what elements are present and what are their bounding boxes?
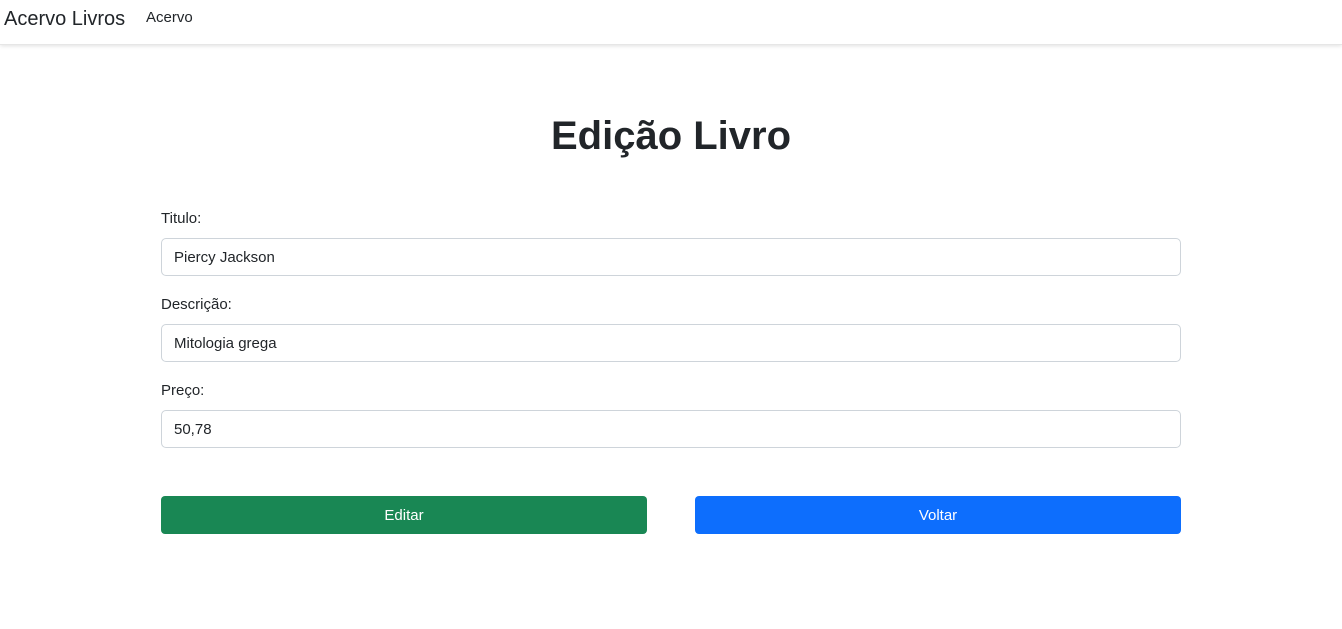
navbar-brand[interactable]: Acervo Livros xyxy=(4,7,125,31)
descricao-input[interactable] xyxy=(161,324,1181,362)
titulo-label: Titulo: xyxy=(161,210,202,227)
page-title: Edição Livro xyxy=(550,114,792,158)
navbar: Acervo Livros Acervo xyxy=(0,0,1342,45)
preco-label: Preço: xyxy=(161,382,205,399)
edit-button[interactable]: Editar xyxy=(161,496,647,534)
back-button[interactable]: Voltar xyxy=(695,496,1181,534)
titulo-input[interactable] xyxy=(161,238,1181,276)
preco-input[interactable] xyxy=(161,410,1181,448)
nav-link-acervo[interactable]: Acervo xyxy=(146,9,193,27)
descricao-label: Descrição: xyxy=(161,296,232,313)
